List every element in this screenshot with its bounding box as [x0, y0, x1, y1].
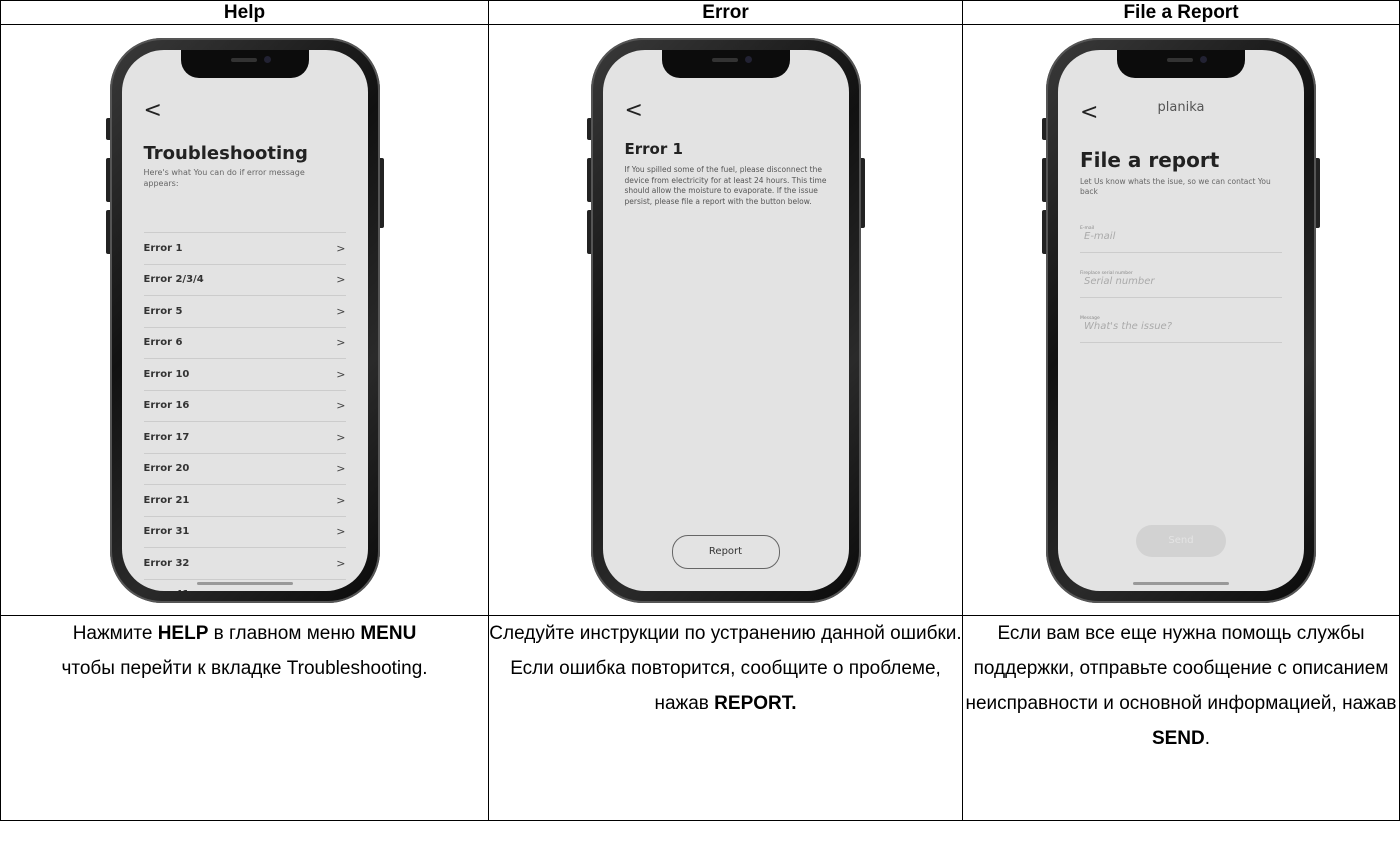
help-image-cell: < Troubleshooting Here's what You can do… — [0, 24, 489, 616]
column-header-help: Help — [0, 0, 489, 25]
error-list: Error 1 > Error 2/3/4 > Error 5 > Error 6 > Erro… — [143, 232, 346, 591]
error-list-item[interactable]: Error 32 > — [143, 548, 346, 580]
troubleshooting-subtitle: Here's what You can do if error message … — [143, 168, 305, 188]
caption-row: Нажмите HELP в главном меню MENU чтобы п… — [0, 615, 1400, 821]
error-list-item-label: Error 31 — [143, 526, 190, 538]
error-list-item-label: Error 10 — [143, 368, 190, 380]
chevron-right-icon: > — [336, 493, 346, 507]
error-list-item-label: Error 6 — [143, 337, 183, 349]
error-list-item[interactable]: Error 31 > — [143, 517, 346, 548]
home-indicator — [1133, 582, 1229, 585]
error-list-item-label: Error 1 — [143, 242, 183, 254]
error-list-item[interactable]: Error 21 > — [143, 485, 346, 517]
error-list-item[interactable]: Error 10 > — [143, 359, 346, 391]
phone-notch — [180, 50, 309, 78]
chevron-right-icon: > — [336, 273, 346, 287]
report-image-cell: < planika File a report Let Us know what… — [962, 24, 1400, 616]
error-list-item[interactable]: Error 20 > — [143, 454, 346, 485]
report-subtitle: Let Us know whats the isue, so we can co… — [1080, 177, 1271, 196]
home-indicator — [196, 582, 293, 585]
phone-screen-report: < planika File a report Let Us know what… — [1058, 50, 1304, 591]
error-list-item-label: Error 5 — [143, 305, 183, 317]
phone-screen-help: < Troubleshooting Here's what You can do… — [121, 50, 368, 591]
chevron-right-icon: > — [336, 588, 345, 591]
report-button[interactable]: Report — [671, 535, 780, 569]
troubleshooting-title: Troubleshooting — [143, 143, 308, 164]
error-list-item-label: Error 20 — [143, 463, 190, 475]
serial-number-field: Fireplace serial number — [1080, 271, 1286, 298]
message-input[interactable] — [1080, 321, 1286, 332]
column-header-error: Error — [488, 0, 963, 25]
caption-report: Если вам все еще нужна помощь службы под… — [962, 615, 1400, 821]
chevron-right-icon: > — [336, 336, 346, 350]
back-arrow-icon[interactable]: < — [144, 98, 162, 123]
brand-logo: planika — [1157, 100, 1205, 115]
error-list-item-label: Error 16 — [143, 400, 190, 412]
phone-screen-error: < Error 1 If You spilled some of the fue… — [602, 50, 849, 591]
phone-mockup-error: < Error 1 If You spilled some of the fue… — [586, 38, 865, 603]
email-field: E-mail — [1080, 226, 1286, 253]
header-row: Help Error File a Report — [0, 0, 1400, 25]
email-input[interactable] — [1080, 231, 1286, 242]
error-title: Error 1 — [624, 140, 683, 158]
chevron-right-icon: > — [336, 462, 346, 476]
chevron-right-icon: > — [336, 556, 346, 570]
chevron-right-icon: > — [336, 525, 346, 539]
message-field: Message — [1080, 316, 1286, 343]
chevron-right-icon: > — [336, 241, 346, 255]
error-list-item[interactable]: Error 17 > — [143, 422, 346, 454]
phone-notch — [661, 50, 790, 78]
phone-mockup-help: < Troubleshooting Here's what You can do… — [105, 38, 384, 603]
image-row: < Troubleshooting Here's what You can do… — [0, 24, 1400, 616]
error-list-item[interactable]: Error 1 > — [143, 233, 346, 265]
error-list-item-label: Error 41 — [144, 589, 190, 591]
chevron-right-icon: > — [336, 304, 346, 318]
error-list-item[interactable]: Error 5 > — [143, 296, 346, 328]
report-title: File a report — [1080, 148, 1220, 172]
chevron-right-icon: > — [336, 367, 346, 381]
error-description: If You spilled some of the fuel, please … — [624, 165, 827, 206]
error-list-item[interactable]: Error 16 > — [143, 391, 346, 422]
error-list-item-label: Error 32 — [143, 557, 190, 569]
error-list-item[interactable]: Error 2/3/4 > — [143, 265, 346, 296]
chevron-right-icon: > — [336, 430, 346, 444]
error-list-item-label: Error 21 — [143, 494, 190, 506]
chevron-right-icon: > — [336, 399, 346, 413]
phone-mockup-report: < planika File a report Let Us know what… — [1042, 38, 1320, 603]
column-header-report: File a Report — [962, 0, 1400, 25]
serial-number-input[interactable] — [1080, 276, 1286, 287]
caption-help: Нажмите HELP в главном меню MENU чтобы п… — [0, 615, 489, 821]
back-arrow-icon[interactable]: < — [625, 98, 643, 123]
error-list-item-label: Error 2/3/4 — [143, 274, 204, 286]
error-image-cell: < Error 1 If You spilled some of the fue… — [488, 24, 963, 616]
phone-notch — [1117, 50, 1245, 78]
error-list-item[interactable]: Error 6 > — [143, 328, 346, 359]
error-list-item-label: Error 17 — [143, 431, 190, 443]
send-button[interactable]: Send — [1136, 525, 1226, 557]
caption-error: Следуйте инструкции по устранению данной… — [488, 615, 963, 821]
instruction-table: Help Error File a Report < Troubleshooti… — [0, 0, 1400, 821]
